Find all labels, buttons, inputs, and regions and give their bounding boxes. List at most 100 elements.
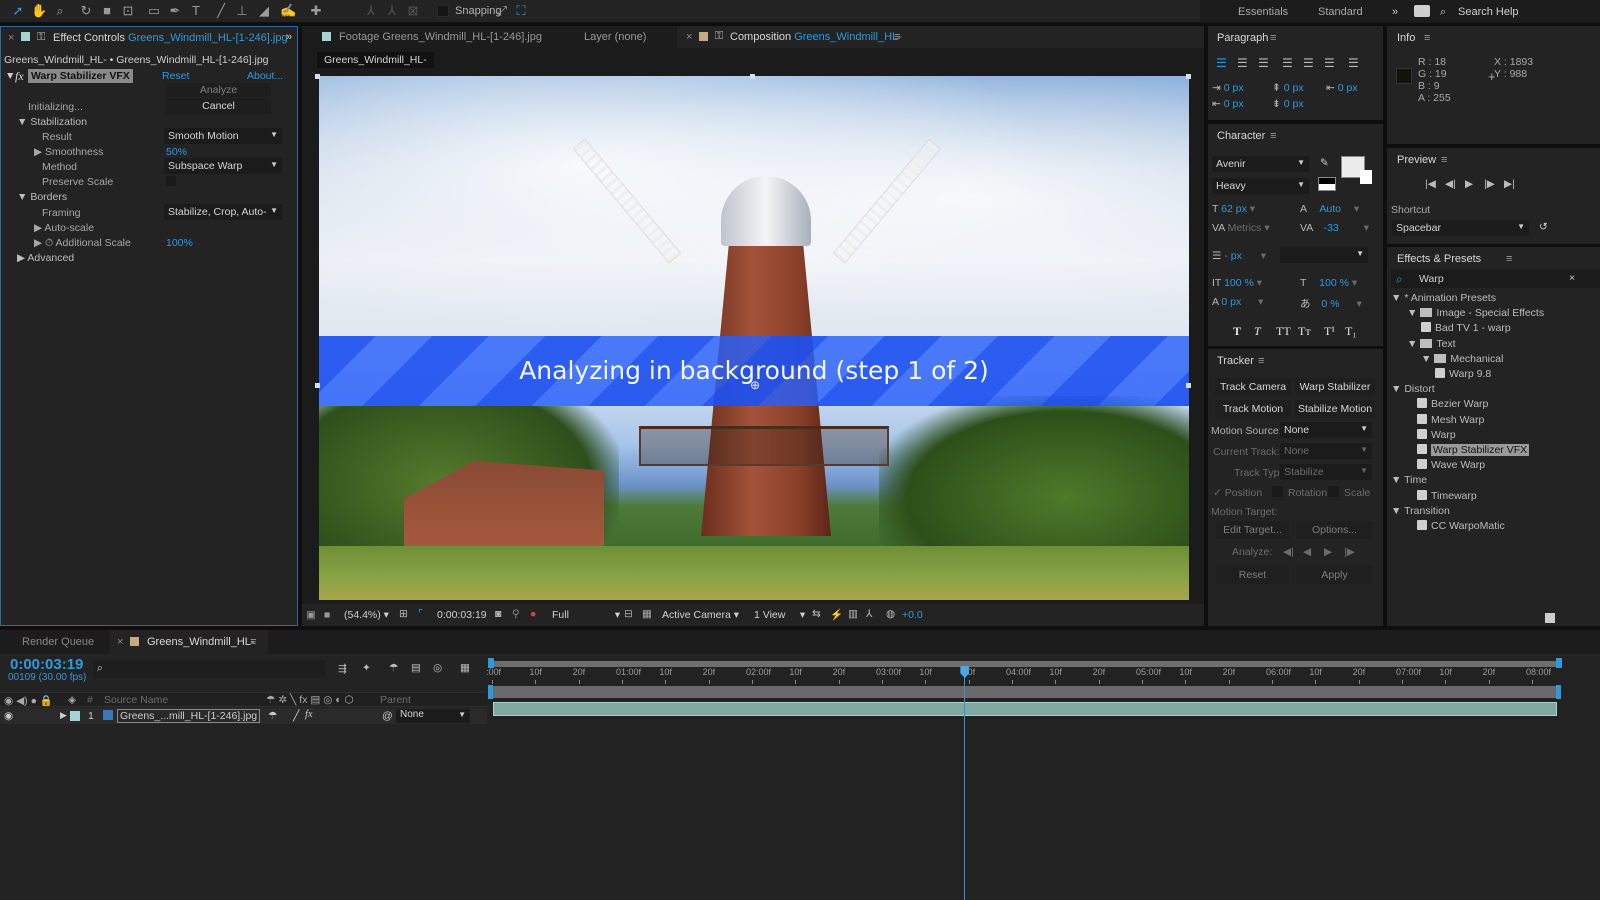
preset-folder[interactable]: ▼ Mechanical bbox=[1421, 353, 1503, 365]
smoothness-row[interactable]: ▶ Smoothness bbox=[34, 146, 103, 158]
snap-features-icon[interactable]: ⛶ bbox=[513, 3, 529, 19]
effect-item[interactable]: Warp 9.8 bbox=[1435, 368, 1491, 380]
close-tab-icon[interactable]: × bbox=[686, 31, 692, 43]
expand-triangle-icon[interactable]: ▼ bbox=[1391, 505, 1401, 517]
analyze-backward-icon[interactable]: ◀ bbox=[1303, 546, 1311, 558]
kerning-field[interactable]: VA Metrics ▾ bbox=[1212, 222, 1270, 234]
justify-last-center-icon[interactable]: ☰ bbox=[1303, 56, 1314, 70]
effect-item[interactable]: Warp Stabilizer VFX bbox=[1417, 444, 1530, 456]
more-workspaces-icon[interactable]: » bbox=[1392, 6, 1398, 18]
always-preview-icon[interactable]: ▣ bbox=[306, 609, 316, 621]
layer-search-input[interactable]: ⌕ bbox=[93, 660, 326, 678]
preset-folder[interactable]: ▼ Text bbox=[1407, 338, 1456, 350]
lock-icon[interactable]: ⚿ bbox=[37, 31, 45, 44]
shortcut-dropdown[interactable]: Spacebar ▼ bbox=[1392, 220, 1529, 236]
transparency-grid-icon[interactable]: ▦ bbox=[642, 608, 652, 620]
local-axis-icon[interactable]: ⅄ bbox=[363, 3, 379, 19]
video-toggle-icon[interactable]: ◉ bbox=[4, 710, 13, 722]
parent-dropdown[interactable]: None ▼ bbox=[396, 709, 470, 723]
tracker-reset-button[interactable]: Reset bbox=[1216, 566, 1289, 584]
search-help-input[interactable]: Search Help bbox=[1458, 6, 1519, 18]
panel-menu-icon[interactable]: ≡ bbox=[250, 636, 256, 648]
layer-label-color[interactable] bbox=[70, 711, 80, 721]
tracking-field[interactable]: VA -33 ▾ bbox=[1300, 222, 1369, 234]
stabilization-group[interactable]: ▼ Stabilization bbox=[17, 116, 87, 128]
edit-target-button[interactable]: Edit Target... bbox=[1216, 521, 1289, 539]
selection-tool-icon[interactable]: ➚ bbox=[10, 3, 26, 19]
fast-previews-icon[interactable]: ⚡ bbox=[830, 608, 843, 621]
transform-handle[interactable] bbox=[315, 383, 320, 388]
framing-dropdown[interactable]: Stabilize, Crop, Auto- ▼ bbox=[164, 204, 282, 220]
panel-overflow-icon[interactable]: » bbox=[286, 31, 292, 43]
expand-triangle-icon[interactable]: ▼ bbox=[1407, 307, 1417, 319]
analyze-forward-icon[interactable]: ▶ bbox=[1324, 546, 1332, 558]
draft-3d-icon[interactable]: ✦ bbox=[362, 662, 371, 674]
work-area-bar[interactable] bbox=[490, 686, 1560, 698]
layer-duration-bar[interactable] bbox=[493, 702, 1557, 716]
roi-icon[interactable]: ⊟ bbox=[624, 608, 633, 620]
panel-menu-icon[interactable]: ≡ bbox=[894, 31, 900, 43]
footage-tab[interactable]: Footage Greens_Windmill_HL-[1-246].jpg bbox=[339, 31, 542, 43]
auto-scale-row[interactable]: ▶ Auto-scale bbox=[34, 222, 94, 234]
pan-behind-tool-icon[interactable]: ⊡ bbox=[120, 3, 136, 19]
resolution-dropdown[interactable]: Full ▾ bbox=[552, 609, 620, 621]
type-tool-icon[interactable]: T bbox=[188, 3, 204, 19]
comp-mini-flowchart-icon[interactable]: ⇶ bbox=[338, 663, 347, 675]
effect-item[interactable]: Bad TV 1 - warp bbox=[1421, 322, 1511, 334]
track-type-dropdown[interactable]: Stabilize ▼ bbox=[1280, 464, 1372, 480]
effect-reset-link[interactable]: Reset bbox=[162, 70, 189, 82]
motion-blur-icon[interactable]: ◎ bbox=[433, 662, 442, 674]
hand-tool-icon[interactable]: ✋ bbox=[31, 3, 47, 19]
rotation-checkbox[interactable] bbox=[1272, 486, 1283, 497]
panel-menu-icon[interactable]: ≡ bbox=[1506, 253, 1512, 265]
clone-stamp-tool-icon[interactable]: ⊥ bbox=[234, 3, 250, 19]
justify-last-left-icon[interactable]: ☰ bbox=[1282, 56, 1293, 70]
effect-item[interactable]: CC WarpoMatic bbox=[1417, 520, 1505, 532]
effect-controls-title[interactable]: Effect Controls bbox=[53, 32, 125, 44]
leading-field[interactable]: A Auto ▾ bbox=[1300, 203, 1359, 215]
next-frame-icon[interactable]: |▶ bbox=[1484, 178, 1495, 190]
transform-handle[interactable] bbox=[750, 74, 755, 79]
effect-item[interactable]: Warp bbox=[1417, 428, 1456, 441]
frame-blending-icon[interactable]: ▤ bbox=[411, 662, 421, 674]
shy-switch-icon[interactable]: ☂ bbox=[268, 710, 277, 722]
last-frame-icon[interactable]: ▶| bbox=[1504, 178, 1515, 190]
indent-left-field[interactable]: ⇥ 0 px bbox=[1212, 82, 1244, 94]
preset-folder[interactable]: ▼ Image - Special Effects bbox=[1407, 307, 1544, 319]
close-tab-icon[interactable]: × bbox=[117, 636, 123, 648]
preserve-scale-checkbox[interactable] bbox=[166, 176, 176, 186]
anchor-point-icon[interactable]: ⊕ bbox=[750, 378, 760, 392]
brush-tool-icon[interactable]: ╱ bbox=[213, 3, 229, 19]
puppet-pin-tool-icon[interactable]: ✚ bbox=[308, 3, 324, 19]
borders-group[interactable]: ▼ Borders bbox=[17, 191, 67, 203]
tsume-field[interactable]: あ 0 % ▾ bbox=[1300, 296, 1362, 311]
expand-triangle-icon[interactable]: ▼ bbox=[1391, 292, 1401, 304]
magnification-dropdown[interactable]: (54.4%) ▾ bbox=[344, 609, 389, 621]
panel-menu-icon[interactable]: ≡ bbox=[1270, 32, 1276, 44]
subscript-button[interactable]: T₁ bbox=[1345, 324, 1357, 339]
transform-handle[interactable] bbox=[315, 74, 320, 79]
eyedropper-icon[interactable]: ✎ bbox=[1320, 157, 1329, 169]
rectangle-tool-icon[interactable]: ▭ bbox=[146, 3, 162, 19]
panel-menu-icon[interactable]: ≡ bbox=[1258, 355, 1264, 367]
position-checkbox[interactable]: ✓ Position bbox=[1213, 487, 1262, 499]
all-caps-button[interactable]: TT bbox=[1276, 324, 1291, 339]
analyze-button[interactable]: Analyze bbox=[166, 83, 271, 97]
effect-about-link[interactable]: About... bbox=[247, 70, 283, 82]
align-right-icon[interactable]: ☰ bbox=[1258, 56, 1269, 70]
faux-bold-button[interactable]: T bbox=[1233, 324, 1241, 339]
panel-menu-icon[interactable]: ≡ bbox=[1441, 154, 1447, 166]
column-source-name[interactable]: Source Name bbox=[104, 694, 168, 706]
sync-settings-icon[interactable] bbox=[1414, 5, 1430, 17]
additional-scale-value[interactable]: 100% bbox=[166, 237, 193, 249]
indent-right-field[interactable]: ⇤ 0 px bbox=[1212, 98, 1244, 110]
expand-triangle-icon[interactable]: ▼ bbox=[1407, 338, 1417, 350]
work-area-start[interactable] bbox=[488, 685, 493, 699]
comp-breadcrumb[interactable]: Greens_Windmill_HL- bbox=[317, 52, 434, 68]
clear-search-icon[interactable]: × bbox=[1569, 272, 1575, 284]
safe-margins-icon[interactable]: ⊞ bbox=[399, 608, 408, 620]
layer-name[interactable]: Greens_...mill_HL-[1-246].jpg bbox=[117, 709, 261, 723]
analyze-back-one-icon[interactable]: ◀| bbox=[1283, 546, 1294, 558]
transform-handle[interactable] bbox=[1186, 74, 1191, 79]
result-dropdown[interactable]: Smooth Motion ▼ bbox=[164, 128, 282, 144]
